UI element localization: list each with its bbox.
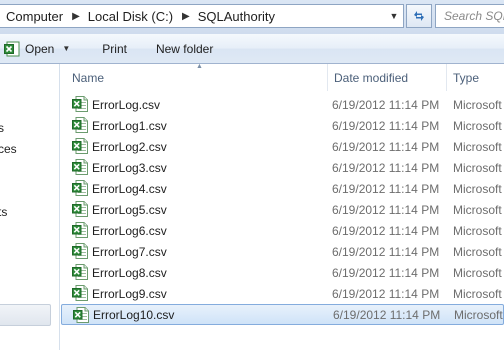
file-date-modified: 6/19/2012 11:14 PM [332, 139, 440, 154]
file-name: ErrorLog3.csv [92, 160, 167, 175]
file-type: Microsoft [454, 307, 503, 322]
file-date-modified: 6/19/2012 11:14 PM [332, 202, 440, 217]
nav-item-partial[interactable]: s [0, 121, 4, 135]
file-type: Microsoft [453, 139, 502, 154]
file-row[interactable]: ErrorLog1.csv 6/19/2012 11:14 PM Microsoft [61, 115, 504, 136]
file-row[interactable]: ErrorLog7.csv 6/19/2012 11:14 PM Microsoft [61, 241, 504, 262]
file-name: ErrorLog2.csv [92, 139, 167, 154]
new-folder-button[interactable]: New folder [156, 42, 213, 56]
file-row[interactable]: ErrorLog5.csv 6/19/2012 11:14 PM Microsoft [61, 199, 504, 220]
file-row[interactable]: ErrorLog9.csv 6/19/2012 11:14 PM Microsoft [61, 283, 504, 304]
excel-csv-file-icon [72, 180, 88, 196]
address-bar[interactable]: Computer ▶ Local Disk (C:) ▶ SQLAuthorit… [0, 4, 404, 28]
file-row[interactable]: ErrorLog10.csv 6/19/2012 11:14 PM Microsof… [61, 304, 504, 325]
file-type: Microsoft [453, 97, 502, 112]
file-list[interactable]: Name ▲ Date modified Type ErrorLog.csv 6/… [61, 63, 504, 350]
file-date-modified: 6/19/2012 11:14 PM [332, 265, 440, 280]
file-date-modified: 6/19/2012 11:14 PM [332, 223, 440, 238]
file-name: ErrorLog6.csv [92, 223, 167, 238]
refresh-button[interactable] [406, 4, 432, 28]
file-rows: ErrorLog.csv 6/19/2012 11:14 PM Microsoft E… [61, 94, 504, 325]
nav-item-selected[interactable] [0, 304, 51, 326]
file-type: Microsoft [453, 244, 502, 259]
file-date-modified: 6/19/2012 11:14 PM [332, 160, 440, 175]
file-name: ErrorLog8.csv [92, 265, 167, 280]
file-type: Microsoft [453, 118, 502, 133]
file-row[interactable]: ErrorLog3.csv 6/19/2012 11:14 PM Microsoft [61, 157, 504, 178]
excel-csv-file-icon [72, 222, 88, 238]
breadcrumb-separator-icon[interactable]: ▶ [72, 11, 80, 22]
breadcrumb-separator-icon[interactable]: ▶ [182, 11, 190, 22]
nav-item-partial[interactable]: ces [0, 142, 17, 156]
excel-csv-file-icon [72, 138, 88, 154]
file-name: ErrorLog4.csv [92, 181, 167, 196]
file-name: ErrorLog5.csv [92, 202, 167, 217]
excel-csv-file-icon [72, 117, 88, 133]
file-date-modified: 6/19/2012 11:14 PM [332, 181, 440, 196]
column-header-date-modified[interactable]: Date modified [328, 64, 447, 91]
excel-csv-file-icon [72, 159, 88, 175]
excel-csv-file-icon [72, 96, 88, 112]
file-date-modified: 6/19/2012 11:14 PM [332, 97, 440, 112]
refresh-icon [414, 11, 424, 21]
excel-csv-file-icon [73, 307, 89, 323]
file-name: ErrorLog.csv [92, 97, 161, 112]
file-type: Microsoft [453, 286, 502, 301]
column-header-type[interactable]: Type [447, 64, 504, 91]
navigation-pane[interactable]: s ces ts [0, 64, 60, 350]
file-type: Microsoft [453, 202, 502, 217]
breadcrumb-sqlauthority[interactable]: SQLAuthority [198, 9, 275, 24]
file-name: ErrorLog1.csv [92, 118, 167, 133]
excel-icon [4, 41, 20, 56]
file-date-modified: 6/19/2012 11:14 PM [333, 307, 441, 322]
excel-csv-file-icon [72, 243, 88, 259]
chevron-down-icon[interactable]: ▼ [62, 44, 70, 53]
search-input[interactable]: Search SQL [435, 4, 504, 28]
file-date-modified: 6/19/2012 11:14 PM [332, 244, 440, 259]
file-date-modified: 6/19/2012 11:14 PM [332, 286, 440, 301]
file-name: ErrorLog9.csv [92, 286, 167, 301]
print-button[interactable]: Print [102, 42, 127, 56]
column-header-name[interactable]: Name ▲ [66, 63, 328, 91]
breadcrumb-local-disk[interactable]: Local Disk (C:) [88, 9, 173, 24]
breadcrumb-computer[interactable]: Computer [6, 9, 63, 24]
file-row[interactable]: ErrorLog2.csv 6/19/2012 11:14 PM Microsoft [61, 136, 504, 157]
file-row[interactable]: ErrorLog.csv 6/19/2012 11:14 PM Microsoft [61, 94, 504, 115]
excel-csv-file-icon [72, 201, 88, 217]
excel-csv-file-icon [72, 285, 88, 301]
file-row[interactable]: ErrorLog8.csv 6/19/2012 11:14 PM Microsoft [61, 262, 504, 283]
file-row[interactable]: ErrorLog4.csv 6/19/2012 11:14 PM Microsoft [61, 178, 504, 199]
file-row[interactable]: ErrorLog6.csv 6/19/2012 11:14 PM Microsoft [61, 220, 504, 241]
file-date-modified: 6/19/2012 11:14 PM [332, 118, 440, 133]
excel-csv-file-icon [72, 264, 88, 280]
command-bar: Open ▼ Print New folder [0, 34, 504, 64]
file-name: ErrorLog10.csv [93, 307, 175, 322]
file-type: Microsoft [453, 160, 502, 175]
address-bar-row: Computer ▶ Local Disk (C:) ▶ SQLAuthorit… [0, 0, 504, 34]
file-type: Microsoft [453, 181, 502, 196]
sort-ascending-icon: ▲ [196, 63, 203, 70]
address-history-dropdown-icon[interactable]: ▼ [387, 9, 401, 23]
nav-item-partial[interactable]: ts [0, 205, 7, 219]
column-header-row: Name ▲ Date modified Type [61, 63, 504, 91]
file-type: Microsoft [453, 223, 502, 238]
open-button[interactable]: Open ▼ [4, 41, 70, 57]
file-type: Microsoft [453, 265, 502, 280]
file-name: ErrorLog7.csv [92, 244, 167, 259]
